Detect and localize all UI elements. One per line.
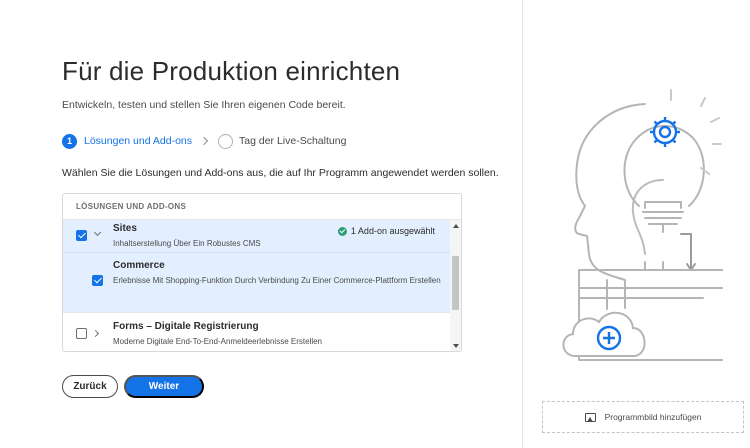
addon-status: 1 Add-on ausgewählt xyxy=(337,226,435,236)
scroll-up-arrow-icon[interactable] xyxy=(453,224,459,228)
scroll-down-arrow-icon[interactable] xyxy=(453,344,459,348)
forms-description: Moderne Digitale End-To-End-Anmeldeerleb… xyxy=(113,337,322,346)
forms-checkbox[interactable] xyxy=(76,328,87,339)
add-program-image-button[interactable]: Programmbild hinzufügen xyxy=(542,401,744,433)
page-subtitle: Entwickeln, testen und stellen Sie Ihren… xyxy=(62,99,346,111)
cloud-add-icon xyxy=(562,312,646,357)
step-2-indicator[interactable] xyxy=(218,133,234,149)
solutions-panel: LÖSUNGEN UND ADD-ONS Sites Inhaltserstel… xyxy=(62,193,462,352)
addon-status-label: 1 Add-on ausgewählt xyxy=(350,226,435,236)
chevron-right-icon xyxy=(199,136,209,146)
sites-description: Inhaltserstellung Über Ein Robustes CMS xyxy=(113,239,261,248)
step-1-indicator[interactable]: 1 xyxy=(62,133,77,149)
solution-row-sites[interactable]: Sites Inhaltserstellung Über Ein Robuste… xyxy=(63,220,451,252)
add-program-image-label: Programmbild hinzufügen xyxy=(604,412,702,422)
head-outline xyxy=(574,103,646,309)
instruction-text: Wählen Sie die Lösungen und Add-ons aus,… xyxy=(62,167,499,179)
solution-row-forms[interactable]: Forms – Digitale Registrierung Moderne D… xyxy=(63,312,451,351)
panel-header: LÖSUNGEN UND ADD-ONS xyxy=(63,194,461,220)
sites-checkbox[interactable] xyxy=(76,230,87,241)
stepper: 1 Lösungen und Add-ons Tag der Live-Scha… xyxy=(62,133,346,149)
commerce-checkbox[interactable] xyxy=(92,275,103,286)
gear-icon xyxy=(650,117,680,147)
next-button[interactable]: Weiter xyxy=(124,375,204,398)
solution-row-commerce[interactable]: Commerce Erlebnisse Mit Shopping-Funktio… xyxy=(63,252,451,312)
panel-scrollbar[interactable] xyxy=(450,220,461,351)
chevron-right-icon[interactable] xyxy=(91,329,100,338)
back-button[interactable]: Zurück xyxy=(62,375,118,398)
main-content: Für die Produktion einrichten Entwickeln… xyxy=(0,0,522,448)
step-1-label[interactable]: Lösungen und Add-ons xyxy=(84,135,192,147)
step-2-label[interactable]: Tag der Live-Schaltung xyxy=(239,135,346,147)
page-title: Für die Produktion einrichten xyxy=(62,56,401,86)
sites-title: Sites xyxy=(113,223,137,234)
image-icon xyxy=(584,412,596,422)
scroll-thumb[interactable] xyxy=(452,256,459,310)
head-lightbulb-illustration xyxy=(562,89,723,361)
chevron-down-icon[interactable] xyxy=(93,228,102,237)
commerce-description: Erlebnisse Mit Shopping-Funktion Durch V… xyxy=(113,276,441,285)
commerce-title: Commerce xyxy=(113,260,165,271)
forms-title: Forms – Digitale Registrierung xyxy=(113,321,259,332)
check-circle-icon xyxy=(337,226,347,236)
